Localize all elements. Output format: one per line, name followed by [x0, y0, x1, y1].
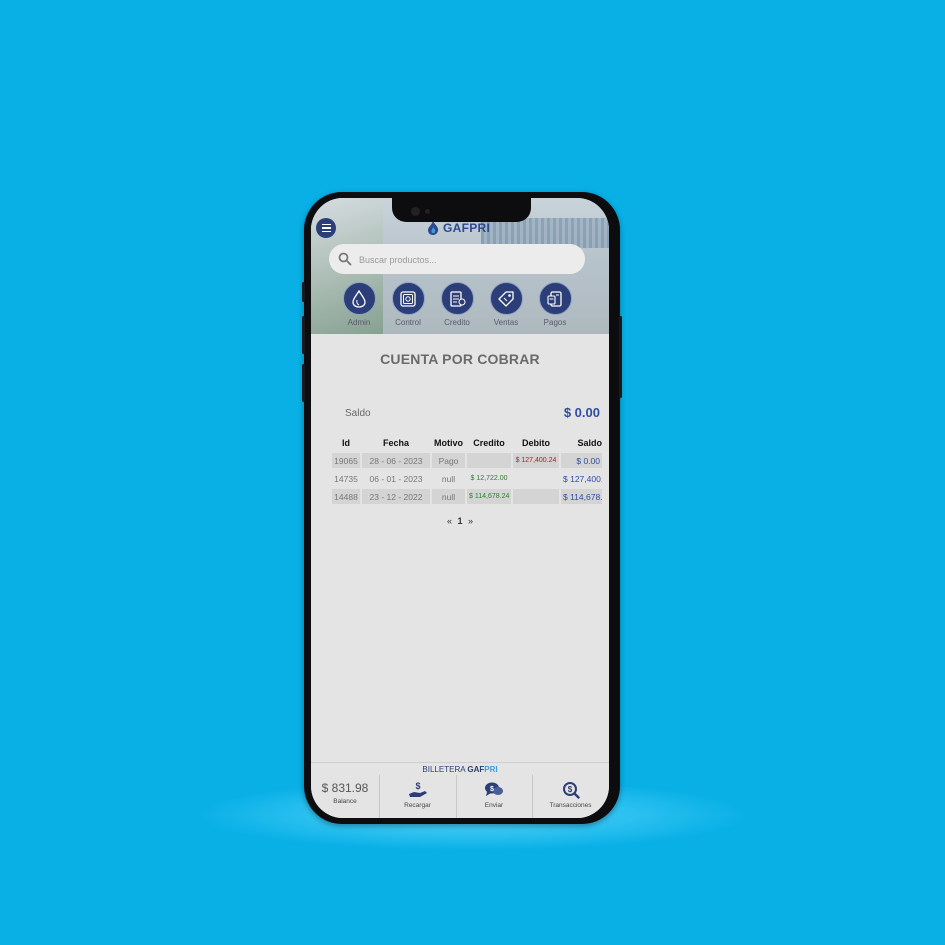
- transactions-table: Id Fecha Motivo Credito Debito Saldo 190…: [330, 435, 604, 507]
- cell-id: 19065: [332, 453, 360, 468]
- flame-logo-icon: [428, 221, 439, 235]
- transacciones-button[interactable]: $ Transacciones: [532, 775, 609, 818]
- recargar-label: Recargar: [404, 802, 431, 809]
- wallet-balance[interactable]: $ 831.98 Balance: [311, 775, 380, 818]
- wallet-title-prefix: BILLETERA: [422, 765, 468, 774]
- category-ventas[interactable]: Ventas: [486, 282, 526, 327]
- wallet-balance-label: Balance: [333, 798, 357, 805]
- chat-dollar-icon: $: [485, 782, 503, 796]
- menu-line-icon: [321, 230, 331, 233]
- wallet-balance-value: $ 831.98: [321, 781, 369, 795]
- payment-icon: [538, 282, 572, 315]
- svg-text:$: $: [415, 781, 420, 791]
- pagination: « 1 »: [311, 516, 609, 526]
- page-title: CUENTA POR COBRAR: [380, 351, 540, 367]
- table-row: 19065 28 - 06 - 2023 Pago $ 127,400.24 $…: [332, 453, 602, 468]
- svg-text:$: $: [490, 786, 494, 793]
- category-label: Credito: [444, 318, 470, 327]
- menu-line-icon: [321, 227, 331, 229]
- cell-fecha: 28 - 06 - 2023: [362, 453, 430, 468]
- category-label: Admin: [347, 318, 371, 327]
- cell-id: 14735: [334, 473, 358, 484]
- sensor-icon: [425, 209, 430, 214]
- cell-motivo: Pago: [432, 453, 465, 468]
- cell-fecha: 06 - 01 - 2023: [369, 473, 423, 484]
- category-label: Control: [395, 318, 421, 327]
- category-admin[interactable]: Admin: [339, 282, 379, 327]
- wallet-bar: BILLETERA GAFPRI $ 831.98 Balance $ Reca…: [311, 762, 609, 818]
- column-header-saldo: Saldo: [577, 438, 602, 448]
- cell-credito: $ 114,678.24: [467, 489, 511, 504]
- category-pagos[interactable]: Pagos: [535, 282, 575, 327]
- phone-notch: [392, 197, 531, 222]
- phone-screen: GAFPRI Admin Control: [311, 198, 609, 818]
- cell-motivo: null: [432, 489, 465, 504]
- transacciones-label: Transacciones: [549, 802, 592, 809]
- recargar-button[interactable]: $ Recargar: [379, 775, 457, 818]
- category-label: Pagos: [543, 318, 567, 327]
- phone-mute-switch: [302, 282, 305, 302]
- drop-icon: [342, 282, 376, 315]
- cell-credito: $ 12,722.00: [470, 475, 508, 482]
- category-credito[interactable]: Credito: [437, 282, 477, 327]
- menu-line-icon: [321, 223, 331, 226]
- cell-saldo: $ 114,678.: [561, 489, 602, 504]
- table-row: 14488 23 - 12 - 2022 null $ 114,678.24 $…: [332, 489, 602, 504]
- column-header-debito: Debito: [522, 438, 550, 448]
- wallet-title: BILLETERA GAFPRI: [311, 765, 609, 774]
- invoice-icon: [440, 282, 474, 315]
- cell-id: 14488: [332, 489, 360, 504]
- column-header-credito: Credito: [473, 438, 505, 448]
- cell-credito: [467, 453, 511, 468]
- cell-saldo: $ 127,400.: [563, 473, 602, 484]
- search-icon: [338, 252, 352, 266]
- category-nav: Admin Control Credito Ventas Pagos: [339, 282, 579, 332]
- tag-icon: [489, 282, 523, 315]
- cell-debito: [513, 471, 559, 486]
- column-header-motivo: Motivo: [434, 438, 463, 448]
- column-header-id: Id: [342, 438, 350, 448]
- cell-motivo: null: [441, 473, 456, 484]
- category-control[interactable]: Control: [388, 282, 428, 327]
- saldo-label: Saldo: [345, 408, 371, 419]
- phone-power-button: [619, 316, 622, 398]
- wallet-title-brand-a: GAF: [467, 765, 485, 774]
- cell-saldo: $ 0.00: [561, 453, 602, 468]
- cell-fecha: 23 - 12 - 2022: [362, 489, 430, 504]
- table-row: 14735 06 - 01 - 2023 null $ 12,722.00 $ …: [332, 471, 602, 486]
- category-label: Ventas: [493, 318, 519, 327]
- pagination-current-page[interactable]: 1: [457, 516, 462, 526]
- search-bar[interactable]: [329, 244, 585, 274]
- enviar-button[interactable]: $ Enviar: [456, 775, 533, 818]
- svg-text:$: $: [567, 785, 572, 794]
- pagination-next[interactable]: »: [468, 516, 473, 526]
- phone-volume-up: [302, 316, 305, 354]
- menu-button[interactable]: [316, 218, 336, 238]
- logo-text: GAFPRI: [443, 221, 491, 235]
- column-header-fecha: Fecha: [382, 438, 409, 448]
- pagination-prev[interactable]: «: [447, 516, 452, 526]
- table-header-row: Id Fecha Motivo Credito Debito Saldo: [332, 438, 602, 450]
- phone-volume-down: [302, 364, 305, 402]
- search-dollar-icon: $: [562, 782, 580, 799]
- saldo-value: $ 0.00: [563, 405, 600, 420]
- cell-debito: [513, 489, 559, 504]
- hand-dollar-icon: $: [408, 781, 427, 797]
- search-input[interactable]: [357, 250, 581, 270]
- enviar-label: Enviar: [484, 802, 504, 809]
- safe-icon: [391, 282, 425, 315]
- front-camera-icon: [411, 207, 420, 216]
- cell-debito: $ 127,400.24: [513, 453, 559, 468]
- wallet-title-brand-b: PRI: [484, 765, 498, 774]
